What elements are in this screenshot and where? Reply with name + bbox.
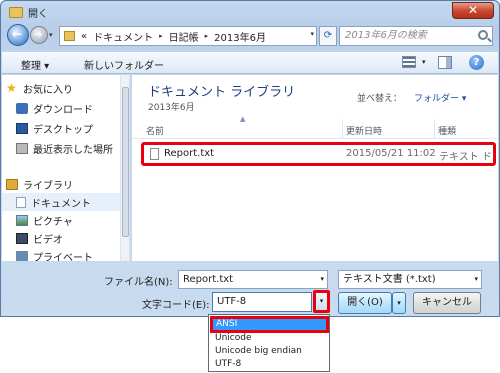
nav-item-label: ピクチャ [33, 216, 73, 228]
filename-label: ファイル名(N): [104, 277, 173, 288]
encoding-option-ansi[interactable]: ANSI [210, 316, 329, 333]
file-type-value: テキスト文書 (*.txt) [343, 274, 436, 285]
nav-item-label: ライブラリ [23, 180, 73, 192]
encoding-dropdown-list: ANSI Unicode Unicode big endian UTF-8 [208, 314, 330, 372]
encoding-select[interactable]: UTF-8 [212, 292, 312, 312]
nav-item-label: お気に入り [23, 84, 73, 96]
encoding-option-utf8[interactable]: UTF-8 [212, 358, 328, 371]
navigation-pane: ★ お気に入り ダウンロード デスクトップ 最近表示した場所 ライブラリ ドキュ… [2, 75, 130, 261]
arrange-by-dropdown[interactable]: フォルダー ▾ [414, 91, 466, 104]
back-button[interactable] [7, 24, 29, 46]
text-file-icon [150, 148, 159, 160]
arrange-by-label: 並べ替え： [357, 94, 403, 104]
column-headers: 名前 更新日時 種類 [132, 119, 498, 139]
encoding-option-unicode[interactable]: Unicode [212, 332, 328, 345]
nav-item-videos[interactable]: ビデオ [2, 229, 120, 247]
new-folder-button[interactable]: 新しいフォルダー [84, 57, 164, 72]
breadcrumb-diary[interactable]: 日記帳 [169, 29, 199, 44]
nav-item-private[interactable]: プライベート [2, 247, 120, 261]
open-button[interactable]: 開く(O) [338, 292, 392, 314]
filename-input[interactable]: Report.txt ▾ [178, 270, 328, 289]
file-list-pane: ドキュメント ライブラリ 2013年6月 並べ替え： フォルダー ▾ ▲ 名前 … [132, 75, 498, 261]
address-dropdown-icon[interactable]: ▾ [310, 30, 314, 38]
address-bar[interactable]: « ドキュメント ▸ 日記帳 ▸ 2013年6月 ▾ [59, 26, 317, 46]
title-bar: 開く [9, 5, 48, 20]
nav-item-label: デスクトップ [33, 124, 93, 136]
nav-item-label: ダウンロード [33, 104, 93, 116]
nav-item-label: ドキュメント [31, 198, 91, 210]
chevron-down-icon[interactable]: ▾ [320, 271, 324, 288]
nav-item-desktop[interactable]: デスクトップ [2, 119, 120, 137]
address-chevron[interactable]: « [81, 31, 87, 42]
organize-button[interactable]: 整理 ▾ [21, 57, 49, 72]
recent-pages-dropdown-icon[interactable]: ▾ [49, 31, 53, 39]
file-name: Report.txt [164, 148, 215, 159]
breadcrumb-june-2013[interactable]: 2013年6月 [214, 29, 266, 44]
open-options-dropdown-button[interactable]: ▾ [392, 292, 406, 314]
nav-item-documents[interactable]: ドキュメント [2, 193, 120, 211]
column-header-modified[interactable]: 更新日時 [346, 124, 382, 137]
nav-item-recent-places[interactable]: 最近表示した場所 [2, 139, 120, 157]
nav-item-favorites[interactable]: ★ お気に入り [2, 79, 120, 97]
close-button[interactable]: ✕ [452, 2, 494, 19]
encoding-label: 文字コード(E): [142, 300, 210, 311]
file-type-select[interactable]: テキスト文書 (*.txt) ▾ [338, 270, 482, 289]
download-folder-icon [16, 102, 28, 114]
encoding-dropdown-button[interactable]: ▾ [313, 290, 330, 313]
file-row[interactable]: Report.txt 2015/05/21 11:02 テキスト ドキュメント [141, 142, 496, 166]
scrollbar-thumb[interactable] [122, 87, 129, 237]
folder-icon [64, 31, 75, 41]
search-placeholder: 2013年6月の検索 [345, 30, 427, 41]
documents-icon [16, 196, 26, 208]
help-icon[interactable]: ? [469, 55, 484, 70]
breadcrumb-documents[interactable]: ドキュメント [93, 29, 153, 44]
private-folder-icon [16, 250, 28, 261]
filename-value: Report.txt [183, 274, 234, 285]
file-type: テキスト ドキュメント [439, 152, 494, 163]
column-header-name[interactable]: 名前 [146, 124, 164, 137]
pictures-icon [16, 214, 28, 226]
star-icon: ★ [6, 80, 17, 95]
open-dialog: 開く ✕ ▾ « ドキュメント ▸ 日記帳 ▸ 2013年6月 ▾ ⟳ 2013… [0, 0, 500, 317]
navigation-scrollbar[interactable] [120, 75, 129, 261]
file-modified: 2015/05/21 11:02 [346, 148, 436, 159]
window-title: 開く [28, 9, 48, 20]
preview-pane-icon[interactable] [438, 56, 452, 69]
change-view-icon[interactable] [402, 56, 416, 68]
refresh-button[interactable]: ⟳ [319, 26, 337, 46]
encoding-value: UTF-8 [217, 296, 247, 307]
nav-item-label: 最近表示した場所 [33, 144, 113, 156]
nav-item-downloads[interactable]: ダウンロード [2, 99, 120, 117]
column-divider[interactable] [342, 119, 343, 139]
encoding-option-unicode-big-endian[interactable]: Unicode big endian [212, 345, 328, 358]
library-icon [6, 178, 18, 190]
library-title: ドキュメント ライブラリ [148, 85, 296, 100]
breadcrumb-separator-icon[interactable]: ▸ [205, 32, 209, 40]
forward-button[interactable] [30, 26, 48, 44]
dialog-footer: ファイル名(N): Report.txt ▾ テキスト文書 (*.txt) ▾ … [2, 262, 498, 317]
chevron-down-icon[interactable]: ▾ [474, 271, 478, 288]
search-input[interactable]: 2013年6月の検索 [339, 26, 493, 46]
breadcrumb-separator-icon[interactable]: ▸ [159, 32, 163, 40]
nav-item-label: ビデオ [33, 234, 63, 246]
library-subtitle: 2013年6月 [148, 103, 195, 113]
nav-item-label: プライベート [33, 252, 93, 262]
folder-icon [9, 7, 23, 18]
nav-item-pictures[interactable]: ピクチャ [2, 211, 120, 229]
videos-icon [16, 232, 28, 244]
cancel-button[interactable]: キャンセル [413, 292, 481, 314]
desktop-icon [16, 122, 28, 134]
column-header-type[interactable]: 種類 [438, 124, 456, 137]
nav-item-libraries[interactable]: ライブラリ [2, 175, 120, 193]
view-options-dropdown-icon[interactable]: ▾ [422, 58, 426, 66]
recent-places-icon [16, 142, 28, 154]
column-divider[interactable] [434, 119, 435, 139]
search-icon[interactable] [478, 30, 488, 40]
toolbar: 整理 ▾ 新しいフォルダー ▾ ? [2, 52, 498, 74]
